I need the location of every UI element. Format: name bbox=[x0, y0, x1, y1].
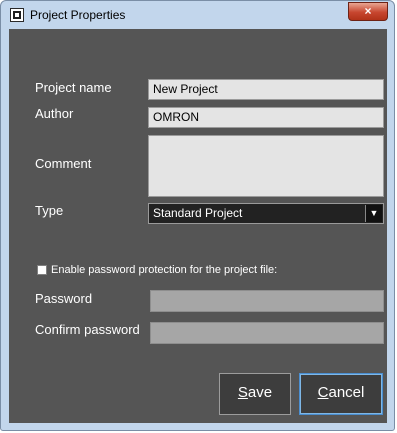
project-name-input[interactable]: New Project bbox=[148, 79, 384, 100]
type-select-value: Standard Project bbox=[153, 206, 243, 220]
close-icon: × bbox=[364, 4, 372, 18]
dialog-body: Project name New Project Author OMRON Co… bbox=[9, 29, 387, 423]
save-label: ave bbox=[247, 384, 273, 401]
project-properties-dialog: Project Properties × Project name New Pr… bbox=[0, 0, 395, 431]
confirm-password-label: Confirm password bbox=[35, 322, 140, 337]
password-input bbox=[150, 290, 384, 312]
password-protection-label: Enable password protection for the proje… bbox=[51, 264, 278, 276]
project-name-label: Project name bbox=[35, 80, 112, 95]
save-button[interactable]: Save bbox=[219, 373, 291, 415]
password-label: Password bbox=[35, 291, 93, 306]
cancel-button[interactable]: Cancel bbox=[299, 373, 383, 415]
comment-textarea[interactable] bbox=[148, 135, 384, 197]
cancel-mnemonic: C bbox=[317, 384, 329, 401]
save-mnemonic: S bbox=[237, 384, 248, 401]
chevron-down-icon[interactable]: ▼ bbox=[365, 205, 382, 222]
type-label: Type bbox=[35, 203, 64, 218]
type-select[interactable]: Standard Project ▼ bbox=[148, 203, 384, 224]
close-button[interactable]: × bbox=[348, 2, 388, 21]
dialog-title: Project Properties bbox=[30, 8, 126, 22]
cancel-label: ancel bbox=[328, 384, 365, 401]
app-window-icon bbox=[10, 8, 24, 22]
comment-label: Comment bbox=[35, 156, 92, 171]
password-protection-checkbox[interactable] bbox=[37, 265, 47, 275]
confirm-password-input bbox=[150, 322, 384, 344]
author-input[interactable]: OMRON bbox=[148, 107, 384, 128]
title-bar[interactable]: Project Properties × bbox=[1, 1, 394, 29]
author-label: Author bbox=[35, 106, 74, 121]
